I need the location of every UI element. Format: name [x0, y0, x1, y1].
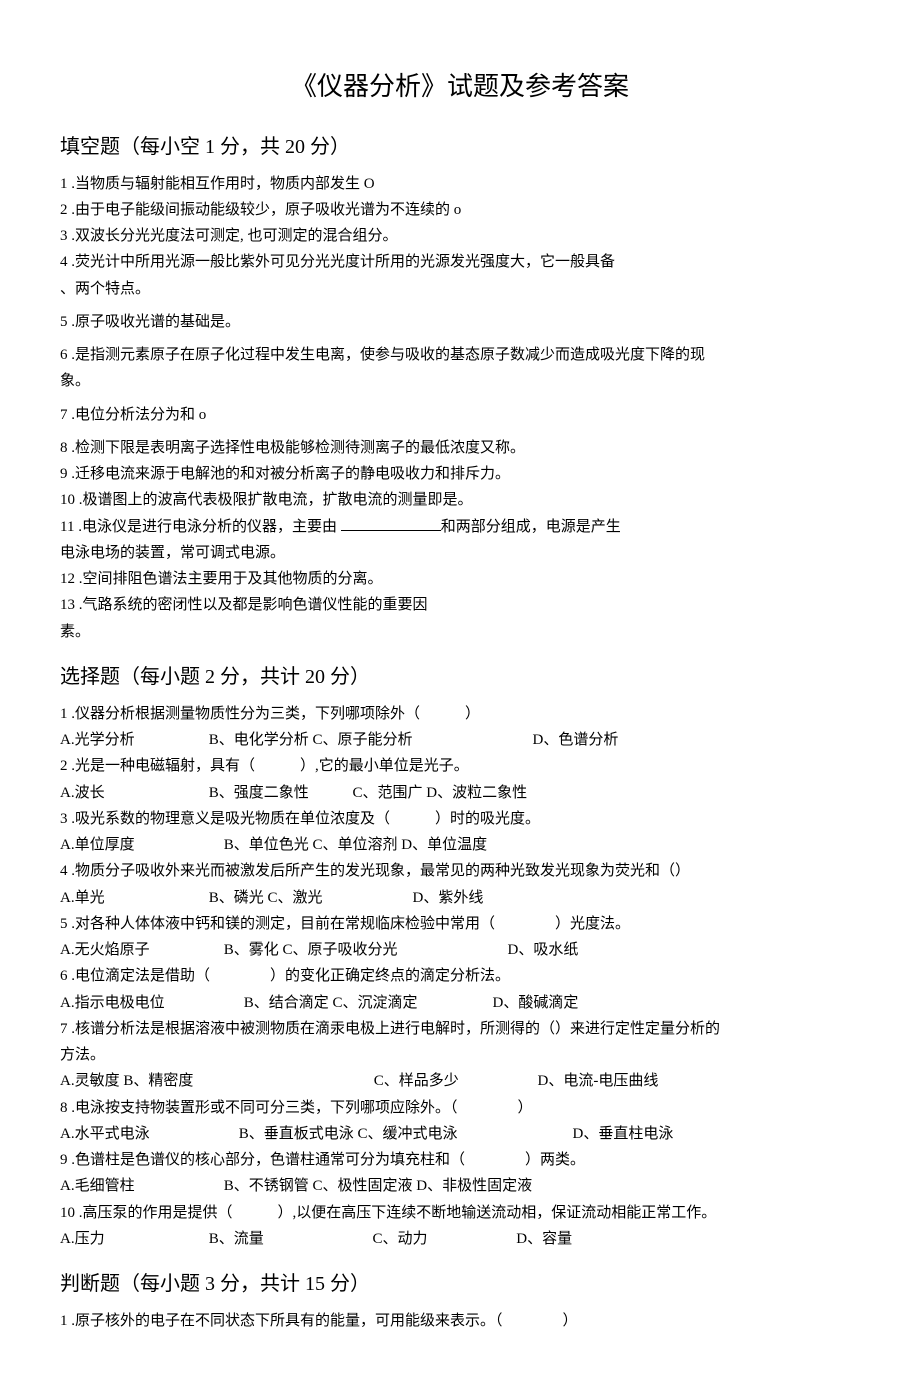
- choice-q6-a: A.指示电极电位: [60, 992, 240, 1015]
- fill-q1: 1 .当物质与辐射能相互作用时，物质内部发生 O: [60, 173, 860, 196]
- choice-q1: 1 .仪器分析根据测量物质性分为三类，下列哪项除外（ ）: [60, 703, 860, 726]
- choice-q9-options: A.毛细管柱 B、不锈钢管 C、极性固定液 D、非极性固定液: [60, 1175, 860, 1198]
- fill-section-header: 填空题（每小空 1 分，共 20 分）: [60, 132, 860, 163]
- choice-q9-bcd: B、不锈钢管 C、极性固定液 D、非极性固定液: [224, 1175, 532, 1198]
- choice-q1-options: A.光学分析 B、电化学分析 C、原子能分析 D、色谱分析: [60, 729, 860, 752]
- fill-q8: 8 .检测下限是表明离子选择性电极能够检测待测离子的最低浓度又称。: [60, 437, 860, 460]
- choice-q10: 10 .高压泵的作用是提供（ ）,以便在高压下连续不断地输送流动相，保证流动相能…: [60, 1202, 860, 1225]
- judge-section-header: 判断题（每小题 3 分，共计 15 分）: [60, 1269, 860, 1300]
- fill-q5: 5 .原子吸收光谱的基础是。: [60, 311, 860, 334]
- choice-q8: 8 .电泳按支持物装置形或不同可分三类，下列哪项应除外。（ ）: [60, 1097, 860, 1120]
- choice-q8-options: A.水平式电泳 B、垂直板式电泳 C、缓冲式电泳 D、垂直柱电泳: [60, 1123, 860, 1146]
- fill-q11-line2: 电泳电场的装置，常可调式电源。: [60, 542, 860, 565]
- choice-q6: 6 .电位滴定法是借助（ ）的变化正确定终点的滴定分析法。: [60, 965, 860, 988]
- choice-q4-d: D、紫外线: [413, 887, 484, 910]
- choice-q5-a: A.无火焰原子: [60, 939, 220, 962]
- choice-q5-d: D、吸水纸: [508, 939, 579, 962]
- choice-q5: 5 .对各种人体体液中钙和镁的测定，目前在常规临床检验中常用（ ）光度法。: [60, 913, 860, 936]
- fill-q3: 3 .双波长分光光度法可测定, 也可测定的混合组分。: [60, 225, 860, 248]
- choice-q6-bc: B、结合滴定 C、沉淀滴定: [244, 992, 489, 1015]
- choice-q5-bc: B、雾化 C、原子吸收分光: [224, 939, 504, 962]
- choice-q1-d: D、色谱分析: [533, 729, 619, 752]
- choice-q6-options: A.指示电极电位 B、结合滴定 C、沉淀滴定 D、酸碱滴定: [60, 992, 860, 1015]
- choice-section-header: 选择题（每小题 2 分，共计 20 分）: [60, 662, 860, 693]
- choice-q10-a: A.压力: [60, 1228, 205, 1251]
- choice-q1-bc: B、电化学分析 C、原子能分析: [209, 729, 529, 752]
- fill-q2: 2 .由于电子能级间振动能级较少，原子吸收光谱为不连续的 o: [60, 199, 860, 222]
- choice-q3-bcd: B、单位色光 C、单位溶剂 D、单位温度: [224, 834, 487, 857]
- fill-q6-line1: 6 .是指测元素原子在原子化过程中发生电离，使参与吸收的基态原子数减少而造成吸光…: [60, 344, 860, 367]
- choice-q6-d: D、酸碱滴定: [493, 992, 579, 1015]
- choice-q10-b: B、流量: [209, 1228, 369, 1251]
- fill-q9: 9 .迁移电流来源于电解池的和对被分析离子的静电吸收力和排斥力。: [60, 463, 860, 486]
- judge-q1: 1 .原子核外的电子在不同状态下所具有的能量，可用能级来表示。（ ）: [60, 1310, 860, 1333]
- choice-q1-a: A.光学分析: [60, 729, 205, 752]
- choice-q2-a: A.波长: [60, 782, 205, 805]
- fill-q12: 12 .空间排阻色谱法主要用于及其他物质的分离。: [60, 568, 860, 591]
- choice-q4-bc: B、磷光 C、激光: [209, 887, 409, 910]
- choice-q10-d: D、容量: [516, 1228, 572, 1251]
- choice-q7-ab: A.灵敏度 B、精密度: [60, 1070, 370, 1093]
- choice-q4: 4 .物质分子吸收外来光而被激发后所产生的发光现象，最常见的两种光致发光现象为荧…: [60, 860, 860, 883]
- choice-q3-a: A.单位厚度: [60, 834, 220, 857]
- choice-q2: 2 .光是一种电磁辐射，具有（ ）,它的最小单位是光子。: [60, 755, 860, 778]
- fill-q4-line1: 4 .荧光计中所用光源一般比紫外可见分光光度计所用的光源发光强度大，它一般具备: [60, 251, 860, 274]
- fill-q13-line1: 13 .气路系统的密闭性以及都是影响色谱仪性能的重要因: [60, 594, 860, 617]
- fill-q11-text-a: 11 .电泳仪是进行电泳分析的仪器，主要由: [60, 519, 341, 535]
- choice-q5-options: A.无火焰原子 B、雾化 C、原子吸收分光 D、吸水纸: [60, 939, 860, 962]
- choice-q8-bc: B、垂直板式电泳 C、缓冲式电泳: [239, 1123, 569, 1146]
- choice-q9-a: A.毛细管柱: [60, 1175, 220, 1198]
- choice-q4-a: A.单光: [60, 887, 205, 910]
- choice-q10-c: C、动力: [373, 1228, 513, 1251]
- choice-q8-a: A.水平式电泳: [60, 1123, 235, 1146]
- fill-q13-line2: 素。: [60, 621, 860, 644]
- choice-q9: 9 .色谱柱是色谱仪的核心部分，色谱柱通常可分为填充柱和（ ）两类。: [60, 1149, 860, 1172]
- fill-q11-text-b: 和两部分组成，电源是产生: [441, 519, 621, 535]
- choice-q2-b: B、强度二象性: [209, 782, 349, 805]
- fill-q4-line2: 、两个特点。: [60, 278, 860, 301]
- choice-q7-line2: 方法。: [60, 1044, 860, 1067]
- fill-q10: 10 .极谱图上的波高代表极限扩散电流，扩散电流的测量即是。: [60, 489, 860, 512]
- choice-q3-options: A.单位厚度 B、单位色光 C、单位溶剂 D、单位温度: [60, 834, 860, 857]
- fill-q7: 7 .电位分析法分为和 o: [60, 404, 860, 427]
- blank-line: [341, 530, 441, 531]
- choice-q10-options: A.压力 B、流量 C、动力 D、容量: [60, 1228, 860, 1251]
- choice-q7-line1: 7 .核谱分析法是根据溶液中被测物质在滴汞电极上进行电解时，所测得的（）来进行定…: [60, 1018, 860, 1041]
- choice-q7-d: D、电流-电压曲线: [538, 1070, 659, 1093]
- choice-q2-cd: C、范围广 D、波粒二象性: [353, 782, 533, 805]
- choice-q3: 3 .吸光系数的物理意义是吸光物质在单位浓度及（ ）时的吸光度。: [60, 808, 860, 831]
- fill-q6-line2: 象。: [60, 370, 860, 393]
- choice-q7-c: C、样品多少: [374, 1070, 534, 1093]
- choice-q2-options: A.波长 B、强度二象性 C、范围广 D、波粒二象性: [60, 782, 860, 805]
- fill-q11-line1: 11 .电泳仪是进行电泳分析的仪器，主要由 和两部分组成，电源是产生: [60, 516, 860, 539]
- choice-q7-options: A.灵敏度 B、精密度 C、样品多少 D、电流-电压曲线: [60, 1070, 860, 1093]
- choice-q8-d: D、垂直柱电泳: [573, 1123, 674, 1146]
- page-title: 《仪器分析》试题及参考答案: [60, 67, 860, 107]
- choice-q4-options: A.单光 B、磷光 C、激光 D、紫外线: [60, 887, 860, 910]
